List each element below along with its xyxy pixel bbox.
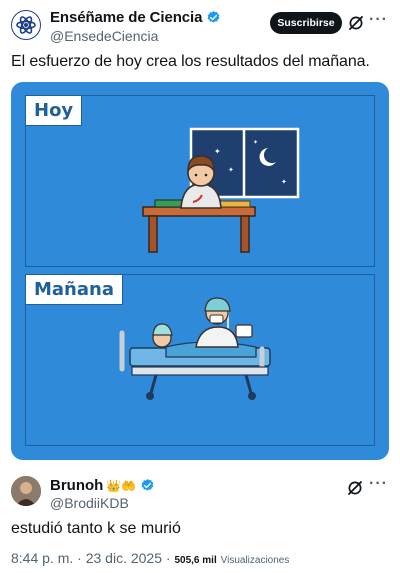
panel-label-today: Hoy: [26, 96, 83, 126]
post-text: El esfuerzo de hoy crea los resultados d…: [11, 53, 370, 70]
post-date[interactable]: 23 dic. 2025: [86, 550, 162, 566]
verified-badge-icon: [140, 478, 155, 493]
more-options-icon[interactable]: ···: [369, 475, 388, 493]
panel-today: ✦ ✦ ✦ ✦ ✦ Hoy: [25, 95, 375, 267]
reply-author-name[interactable]: Brunoh: [50, 477, 103, 494]
svg-text:✦: ✦: [228, 166, 234, 174]
reply-text: estudió tanto k se murió: [11, 520, 181, 537]
reply-author-name-line: Brunoh 👑🤲: [50, 477, 155, 494]
grok-icon[interactable]: [346, 479, 364, 502]
author-handle[interactable]: @EnsedeCiencia: [50, 28, 158, 44]
panel-label-tomorrow: Mañana: [26, 275, 123, 305]
post-image[interactable]: ✦ ✦ ✦ ✦ ✦ Hoy: [11, 82, 389, 460]
author-name[interactable]: Enséñame de Ciencia: [50, 9, 202, 26]
more-options-icon[interactable]: ···: [369, 11, 388, 29]
meta-separator: ·: [77, 550, 82, 566]
panel-tomorrow: Mañana: [25, 274, 375, 446]
verified-badge-icon: [206, 10, 221, 25]
views-label: Visualizaciones: [220, 555, 290, 566]
reply-author-handle[interactable]: @BrodiiKDB: [50, 495, 129, 511]
svg-text:✦: ✦: [281, 178, 287, 186]
views-count[interactable]: 505,6 mil: [174, 555, 216, 566]
post-meta: 8:44 p. m. · 23 dic. 2025 · 505,6 mil Vi…: [11, 550, 289, 566]
author-name-line: Enséñame de Ciencia: [50, 9, 221, 26]
post-header: Enséñame de Ciencia @EnsedeCiencia Suscr…: [0, 0, 400, 52]
logo-icon: [14, 13, 38, 37]
reply-author-emojis: 👑🤲: [106, 478, 137, 493]
meta-separator: ·: [165, 550, 171, 566]
avatar-photo-icon: [11, 476, 41, 506]
subscribe-button[interactable]: Suscribirse: [270, 12, 342, 34]
reply-author-avatar[interactable]: [11, 476, 41, 506]
grok-icon[interactable]: [347, 14, 365, 37]
author-avatar[interactable]: [11, 10, 41, 40]
svg-text:✦: ✦: [214, 147, 221, 156]
post-time[interactable]: 8:44 p. m.: [11, 550, 73, 566]
svg-text:✦: ✦: [253, 139, 258, 146]
